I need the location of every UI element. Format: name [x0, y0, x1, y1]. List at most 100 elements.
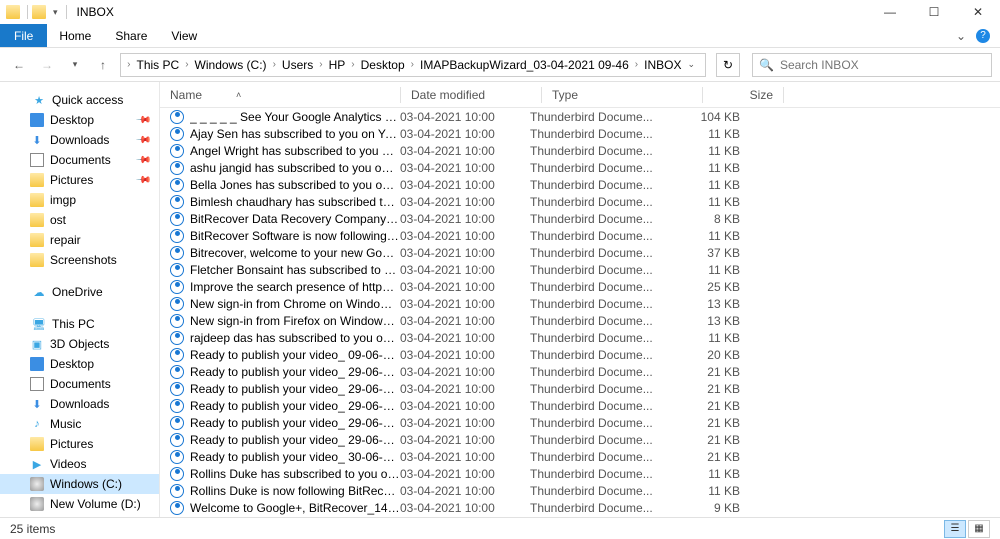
crumb-this-pc[interactable]: This PC	[133, 58, 184, 72]
file-size: 21 KB	[680, 450, 750, 464]
sidebar-item-label: Music	[50, 417, 81, 431]
sidebar-item-documents[interactable]: Documents📌	[0, 150, 159, 170]
column-name[interactable]: Name˄	[170, 88, 400, 102]
file-row[interactable]: BitRecover Software is now following Bit…	[160, 227, 1000, 244]
quick-access[interactable]: ★Quick access	[0, 90, 159, 110]
minimize-button[interactable]: —	[868, 0, 912, 24]
file-row[interactable]: Bella Jones has subscribed to you on You…	[160, 176, 1000, 193]
file-row[interactable]: Ajay Sen has subscribed to you on YouTub…	[160, 125, 1000, 142]
thunderbird-file-icon	[170, 416, 184, 430]
this-pc-label: This PC	[52, 317, 95, 331]
crumb-drive[interactable]: Windows (C:)	[191, 58, 271, 72]
file-list[interactable]: Name˄ Date modified Type Size _ _ _ _ _ …	[160, 82, 1000, 517]
address-dropdown-icon[interactable]: ⌄	[687, 59, 695, 70]
sidebar-item-ost[interactable]: ost	[0, 210, 159, 230]
file-date: 03-04-2021 10:00	[400, 467, 530, 481]
file-row[interactable]: Ready to publish your video_ 30-06-2016.…	[160, 448, 1000, 465]
view-tab[interactable]: View	[159, 24, 209, 47]
address-bar[interactable]: › This PC› Windows (C:)› Users› HP› Desk…	[120, 53, 706, 77]
file-row[interactable]: _ _ _ _ _ See Your Google Analytics Data…	[160, 108, 1000, 125]
sidebar-item-music[interactable]: ♪Music	[0, 414, 159, 434]
file-row[interactable]: Angel Wright has subscribed to you on Yo…	[160, 142, 1000, 159]
file-row[interactable]: Fletcher Bonsaint has subscribed to you …	[160, 261, 1000, 278]
pin-icon: 📌	[134, 152, 151, 169]
file-row[interactable]: ashu jangid has subscribed to you on You…	[160, 159, 1000, 176]
sidebar-item-pictures[interactable]: Pictures📌	[0, 170, 159, 190]
file-row[interactable]: Rollins Duke has subscribed to you on Yo…	[160, 465, 1000, 482]
onedrive[interactable]: ☁OneDrive	[0, 282, 159, 302]
crumb-wizard[interactable]: IMAPBackupWizard_03-04-2021 09-46	[416, 58, 633, 72]
sidebar-item-imgp[interactable]: imgp	[0, 190, 159, 210]
file-name: Improve the search presence of http___ww…	[190, 280, 400, 294]
forward-button[interactable]: →	[36, 54, 58, 76]
file-row[interactable]: Ready to publish your video_ 29-06-2016_…	[160, 380, 1000, 397]
sidebar-item-documents[interactable]: Documents	[0, 374, 159, 394]
sidebar-item-windows-c-[interactable]: Windows (C:)	[0, 474, 159, 494]
file-date: 03-04-2021 10:00	[400, 365, 530, 379]
thunderbird-file-icon	[170, 433, 184, 447]
recent-locations-button[interactable]: ▾	[64, 54, 86, 76]
sidebar-item-new-volume-d-[interactable]: New Volume (D:)	[0, 494, 159, 514]
icons-view-button[interactable]: ▦	[968, 520, 990, 538]
file-tab[interactable]: File	[0, 24, 47, 47]
sidebar-item-videos[interactable]: ▶Videos	[0, 454, 159, 474]
back-button[interactable]: ←	[8, 54, 30, 76]
details-view-button[interactable]: ☰	[944, 520, 966, 538]
sidebar-item-repair[interactable]: repair	[0, 230, 159, 250]
share-tab[interactable]: Share	[103, 24, 159, 47]
file-size: 21 KB	[680, 365, 750, 379]
file-row[interactable]: Ready to publish your video_ 29-06-2016_…	[160, 431, 1000, 448]
file-row[interactable]: New sign-in from Firefox on Windows_30-0…	[160, 312, 1000, 329]
refresh-button[interactable]: ↻	[716, 53, 740, 77]
sidebar-item-screenshots[interactable]: Screenshots	[0, 250, 159, 270]
sidebar-item-label: Windows (C:)	[50, 477, 122, 491]
qat-customize-icon[interactable]: ▾	[53, 7, 58, 18]
qat-folder-icon[interactable]	[32, 5, 46, 19]
close-button[interactable]: ✕	[956, 0, 1000, 24]
file-row[interactable]: rajdeep das has subscribed to you on You…	[160, 329, 1000, 346]
down-icon: ⬇	[30, 397, 44, 411]
file-date: 03-04-2021 10:00	[400, 484, 530, 498]
this-pc[interactable]: 🖥This PC	[0, 314, 159, 334]
file-row[interactable]: New sign-in from Chrome on Windows_29-06…	[160, 295, 1000, 312]
file-type: Thunderbird Docume...	[530, 246, 680, 260]
crumb-hp[interactable]: HP	[325, 58, 350, 72]
sidebar-item-desktop[interactable]: Desktop	[0, 354, 159, 374]
sidebar-item-downloads[interactable]: ⬇Downloads	[0, 394, 159, 414]
ribbon-expand-icon[interactable]: ⌄	[956, 29, 966, 43]
column-size[interactable]: Size	[713, 88, 783, 102]
file-row[interactable]: Bitrecover, welcome to your new Google A…	[160, 244, 1000, 261]
search-input[interactable]	[780, 58, 985, 72]
file-name: BitRecover Software is now following Bit…	[190, 229, 400, 243]
home-tab[interactable]: Home	[47, 24, 103, 47]
file-date: 03-04-2021 10:00	[400, 263, 530, 277]
sidebar-item-downloads[interactable]: ⬇Downloads📌	[0, 130, 159, 150]
sidebar-item-desktop[interactable]: Desktop📌	[0, 110, 159, 130]
file-row[interactable]: Rollins Duke is now following BitRecover…	[160, 482, 1000, 499]
column-type[interactable]: Type	[552, 88, 702, 102]
help-icon[interactable]: ?	[976, 29, 990, 43]
file-row[interactable]: BitRecover Data Recovery Company added y…	[160, 210, 1000, 227]
file-row[interactable]: Welcome to Google+, BitRecover_14-06-201…	[160, 499, 1000, 516]
thunderbird-file-icon	[170, 331, 184, 345]
file-row[interactable]: Bimlesh chaudhary has subscribed to you …	[160, 193, 1000, 210]
up-button[interactable]: ↑	[92, 54, 114, 76]
maximize-button[interactable]: ☐	[912, 0, 956, 24]
crumb-inbox[interactable]: INBOX	[640, 58, 685, 72]
file-row[interactable]: Ready to publish your video_ 29-06-2016_…	[160, 397, 1000, 414]
crumb-desktop[interactable]: Desktop	[357, 58, 409, 72]
crumb-users[interactable]: Users	[278, 58, 317, 72]
sidebar-item-pictures[interactable]: Pictures	[0, 434, 159, 454]
search-box[interactable]: 🔍	[752, 53, 992, 77]
file-row[interactable]: Improve the search presence of http___ww…	[160, 278, 1000, 295]
file-size: 11 KB	[680, 127, 750, 141]
file-row[interactable]: Ready to publish your video_ 09-06-2016.…	[160, 346, 1000, 363]
navigation-pane[interactable]: ★Quick access Desktop📌⬇Downloads📌Documen…	[0, 82, 160, 517]
sidebar-item-3d-objects[interactable]: ▣3D Objects	[0, 334, 159, 354]
thunderbird-file-icon	[170, 399, 184, 413]
status-bar: 25 items ☰ ▦	[0, 517, 1000, 539]
column-date[interactable]: Date modified	[411, 88, 541, 102]
file-size: 21 KB	[680, 416, 750, 430]
file-row[interactable]: Ready to publish your video_ 29-06-2016.…	[160, 363, 1000, 380]
file-row[interactable]: Ready to publish your video_ 29-06-2016_…	[160, 414, 1000, 431]
